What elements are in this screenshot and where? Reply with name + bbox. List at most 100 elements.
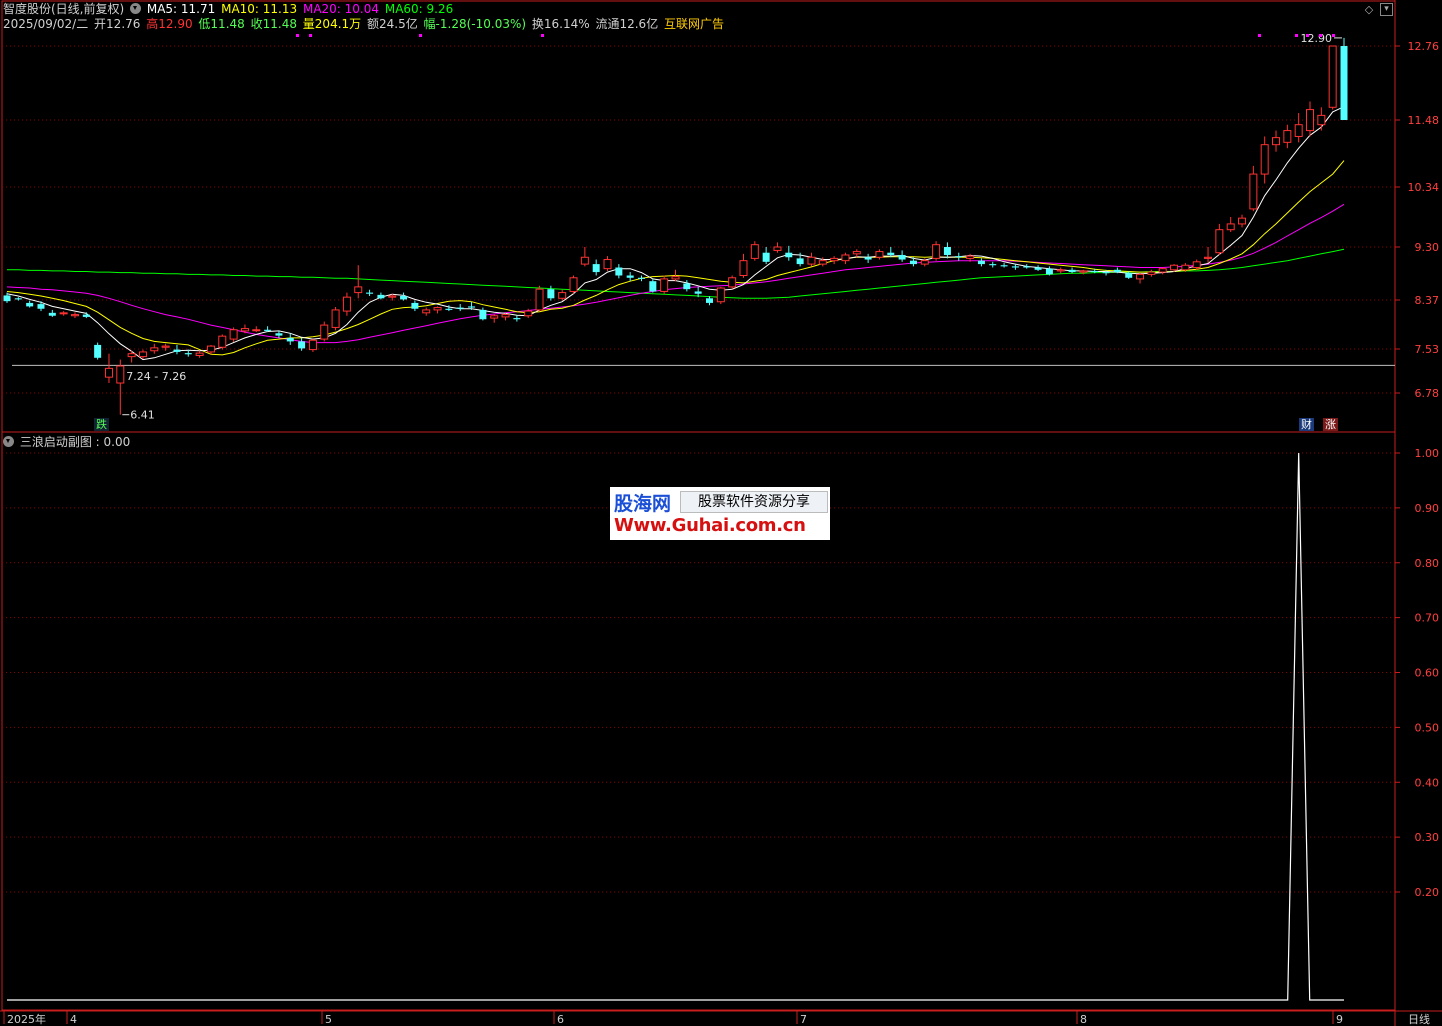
- candle: [422, 307, 431, 316]
- candle-body: [342, 296, 351, 312]
- diamond-icon[interactable]: ◇: [1362, 3, 1376, 17]
- candle: [298, 337, 306, 351]
- x-axis-label: 2025年: [7, 1012, 46, 1026]
- candle: [1249, 165, 1258, 212]
- candle-body: [150, 347, 159, 352]
- candle: [626, 272, 634, 282]
- quote-float: 流通12.6亿: [595, 17, 659, 31]
- candle: [275, 330, 283, 338]
- candle-body: [920, 260, 929, 265]
- x-axis-label: 8: [1080, 1013, 1087, 1026]
- candle-body: [1226, 223, 1235, 231]
- candle-body: [184, 353, 192, 355]
- candle-body: [558, 292, 567, 299]
- ma20-value: MA20: 10.04: [302, 2, 380, 16]
- sub-y-tick-label: 1.00: [1415, 447, 1440, 460]
- candle: [785, 245, 793, 261]
- candle: [649, 278, 657, 293]
- quote-amount: 额24.5亿: [366, 17, 418, 31]
- candle-body: [173, 349, 181, 352]
- candle-body: [1034, 267, 1042, 270]
- candle: [852, 249, 861, 258]
- ma10-value: MA10: 11.13: [221, 2, 298, 16]
- candle: [308, 339, 317, 352]
- candle-body: [161, 345, 170, 348]
- sub-y-tick-label: 0.20: [1415, 886, 1440, 899]
- signal-dot: [296, 34, 299, 37]
- candle-body: [705, 298, 713, 303]
- quote-change: 幅-1.28(-10.03%): [423, 17, 527, 31]
- x-axis-label: 9: [1336, 1013, 1343, 1026]
- candle-body: [1079, 270, 1088, 273]
- candle-body: [966, 255, 975, 259]
- candle: [331, 307, 340, 331]
- x-axis-label: 5: [325, 1013, 332, 1026]
- candle-body: [547, 289, 555, 299]
- tag-up[interactable]: 涨: [1323, 418, 1338, 431]
- candle-body: [331, 309, 340, 328]
- candle: [513, 315, 521, 322]
- main-y-tick-label: 10.34: [1408, 181, 1440, 194]
- candle-body: [82, 314, 90, 317]
- candle-body: [1068, 269, 1076, 273]
- candle-body: [977, 260, 985, 265]
- tag-finance[interactable]: 财: [1299, 418, 1314, 431]
- chevron-down-icon[interactable]: ▾: [1380, 3, 1393, 16]
- candle: [1328, 45, 1337, 110]
- candle-body: [989, 264, 997, 266]
- candle-body: [195, 352, 204, 356]
- candle: [1283, 124, 1292, 149]
- candle: [728, 275, 737, 290]
- range-label: 7.24 - 7.26: [126, 370, 186, 383]
- signal-dot: [1258, 34, 1261, 37]
- tag-down[interactable]: 跌: [94, 418, 109, 431]
- watermark-slogan: 股票软件资源分享: [680, 491, 828, 513]
- signal-dot: [541, 34, 544, 37]
- candle-body: [830, 257, 839, 262]
- main-y-tick-label: 11.48: [1408, 114, 1440, 127]
- candle-body: [1011, 266, 1019, 268]
- candle: [1034, 265, 1042, 271]
- candle-body: [1272, 137, 1281, 146]
- chevron-down-icon[interactable]: [3, 436, 14, 447]
- candle-body: [1023, 266, 1031, 268]
- candle-body: [138, 351, 147, 358]
- candle-body: [37, 304, 45, 309]
- sub-indicator-title[interactable]: 三浪启动副图 : 0.00: [20, 435, 130, 449]
- candle: [705, 296, 713, 306]
- candle-body: [14, 298, 22, 300]
- candle: [14, 297, 22, 301]
- candle: [501, 313, 510, 321]
- candle: [1204, 247, 1213, 263]
- candle-body: [127, 353, 136, 358]
- candle-body: [898, 254, 906, 260]
- chevron-down-icon[interactable]: [130, 3, 142, 14]
- candle-body: [1170, 264, 1179, 271]
- candle-body: [524, 310, 533, 317]
- candle: [1136, 273, 1145, 284]
- candle-body: [490, 315, 499, 319]
- candle-body: [275, 333, 283, 336]
- watermark-url: Www.Guhai.com.cn: [614, 515, 806, 536]
- stock-title[interactable]: 智度股份(日线,前复权): [3, 2, 124, 16]
- candle: [841, 252, 850, 265]
- candle: [615, 264, 623, 279]
- candle: [366, 289, 374, 297]
- signal-dot: [1306, 34, 1309, 37]
- candle: [1260, 136, 1269, 184]
- candle: [739, 253, 748, 278]
- candle-body: [1204, 256, 1213, 259]
- candle: [1306, 101, 1315, 137]
- quote-concept[interactable]: 互联网广告: [664, 17, 724, 31]
- sub-y-tick-label: 0.30: [1415, 831, 1440, 844]
- candle-body: [286, 337, 294, 342]
- ma5-line: [6, 106, 1345, 361]
- quote-volume: 量204.1万: [302, 17, 362, 31]
- candle-body: [1136, 273, 1145, 280]
- candle-body: [807, 256, 816, 265]
- candle-body: [1294, 124, 1303, 137]
- candle-body: [580, 256, 589, 265]
- candle-body: [26, 302, 34, 307]
- candle: [479, 307, 487, 321]
- candle-body: [479, 309, 487, 320]
